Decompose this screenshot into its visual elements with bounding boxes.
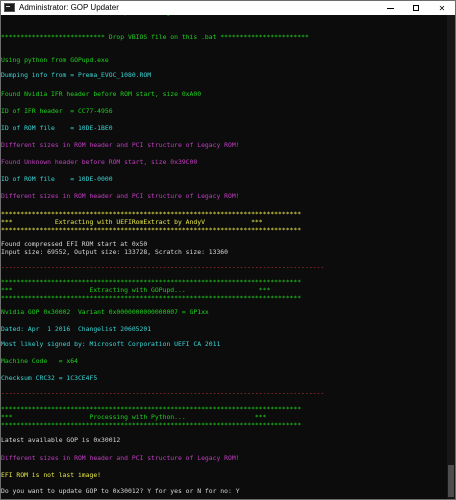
close-button[interactable]: ✕ — [429, 1, 455, 15]
vertical-scrollbar[interactable] — [447, 15, 455, 499]
scrollbar-thumb[interactable] — [448, 465, 454, 497]
console-line: Most likely signed by: Microsoft Corpora… — [1, 340, 221, 348]
console-line: Different sizes in ROM header and PCI st… — [1, 454, 240, 462]
console-line: Different sizes in ROM header and PCI st… — [1, 141, 240, 149]
console-line: ----------------------------------------… — [1, 389, 325, 397]
minimize-button[interactable] — [377, 1, 403, 15]
console-line: ID of ROM file = 10DE-1BE0 — [1, 124, 113, 132]
console-line: ****************************************… — [1, 421, 302, 429]
console-line: Do you want to update GOP to 0x30012? Y … — [1, 487, 240, 495]
console-line: ****************************************… — [1, 210, 302, 218]
console-line: ****************************************… — [1, 294, 302, 302]
console-line: ****************************************… — [1, 278, 302, 286]
console-line: Nvidia GOP 0x30002 Variant 0x00000000000… — [1, 308, 209, 316]
console-line: ID of IFR header = CC77-4956 — [1, 107, 113, 115]
console-line: Dumping info from = Prema_EVOC_1080.ROM — [1, 71, 152, 79]
console-line: Found Unknown header before ROM start, s… — [1, 158, 198, 166]
console-window: Administrator: GOP Updater ✕ ***********… — [0, 0, 456, 500]
console-line: Dated: Apr 1 2016 Changelist 20605201 — [1, 325, 152, 333]
console-line: ****************************************… — [1, 405, 302, 413]
console-line: *** Extracting with UEFIRomExtract by An… — [1, 218, 263, 226]
console-line: ************************** GOPupd 1.9.6.… — [1, 15, 317, 16]
window-title: Administrator: GOP Updater — [19, 3, 119, 12]
maximize-icon — [413, 5, 419, 11]
close-icon: ✕ — [438, 3, 446, 13]
console-line: Input size: 69552, Output size: 133728, … — [1, 248, 229, 256]
console-line: Found Nvidia IFR header before ROM start… — [1, 90, 202, 98]
console-line: Found compressed EFI ROM start at 0x50 — [1, 240, 148, 248]
console-line: ****************************************… — [1, 226, 302, 234]
console-line: Checksum CRC32 = 1C3CE4F5 — [1, 374, 98, 382]
maximize-button[interactable] — [403, 1, 429, 15]
console-line: ID of ROM file = 10DE-0000 — [1, 175, 113, 183]
title-bar[interactable]: Administrator: GOP Updater ✕ — [1, 1, 455, 15]
minimize-icon — [386, 7, 394, 9]
console-line: Machine Code = x64 — [1, 357, 78, 365]
console-line: *************************** Drop VBIOS f… — [1, 33, 309, 41]
console-line: Different sizes in ROM header and PCI st… — [1, 192, 240, 200]
console-line: Latest available GOP is 0x30012 — [1, 436, 121, 444]
console-line: *** Processing with Python... *** — [1, 413, 267, 421]
console-line: Using python from GOPupd.exe — [1, 56, 109, 64]
console-line: *** Extracting with GOPupd... *** — [1, 286, 271, 294]
console-output[interactable]: ************************** GOPupd 1.9.6.… — [1, 15, 447, 499]
console-line: EFI ROM is not last image! — [1, 471, 102, 479]
command-prompt-icon — [4, 3, 15, 12]
console-line: ----------------------------------------… — [1, 263, 325, 271]
